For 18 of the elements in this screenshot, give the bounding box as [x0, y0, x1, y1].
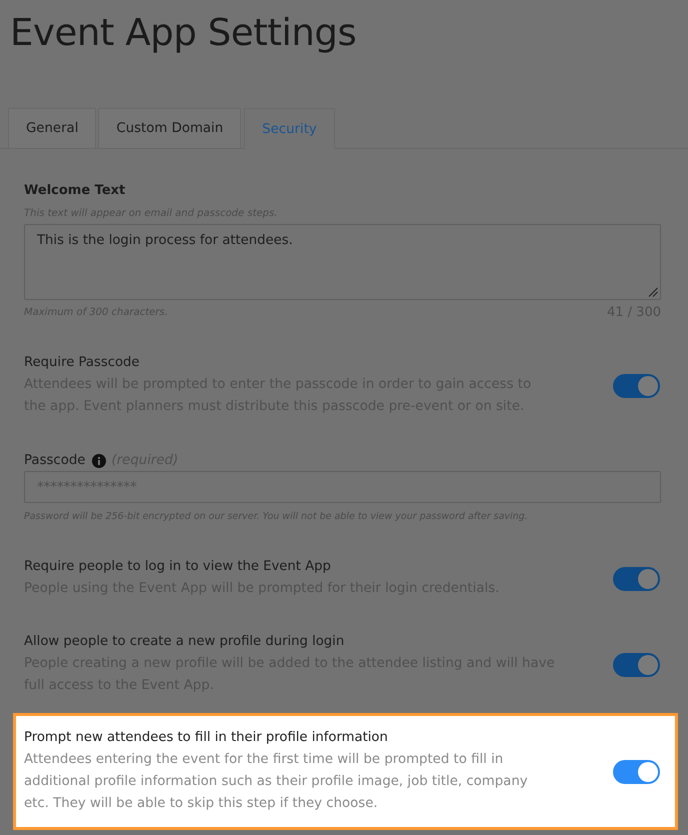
setting-title: Allow people to create a new profile during login: [24, 633, 346, 651]
field-label: Welcome Text: [24, 182, 126, 200]
resize-grip-icon[interactable]: [648, 287, 658, 297]
setting-description: Attendees entering the event for the first time will be prompted to fill in additional profile information such as their profile image, job title, company etc. They will be able to skip this step if they choose.: [24, 751, 529, 813]
toggle-switch[interactable]: [613, 374, 660, 398]
passcode-input[interactable]: ***************: [24, 471, 661, 503]
info-icon[interactable]: [92, 454, 106, 468]
setting-title: Prompt new attendees to fill in their profile information: [24, 729, 389, 747]
field-label: Passcode: [24, 452, 86, 470]
toggle-switch[interactable]: [613, 566, 660, 590]
welcome-text-field[interactable]: This is the login process for attendees.: [24, 224, 661, 300]
page-title: Event App Settings: [10, 10, 356, 56]
setting-title: Require Passcode: [24, 354, 140, 372]
toggle-switch[interactable]: [613, 760, 660, 784]
setting-title: Require people to log in to view the Event App: [24, 558, 332, 576]
toggle-switch[interactable]: [613, 652, 660, 676]
tab[interactable]: Custom Domain: [98, 108, 242, 148]
tab[interactable]: General: [8, 108, 96, 148]
